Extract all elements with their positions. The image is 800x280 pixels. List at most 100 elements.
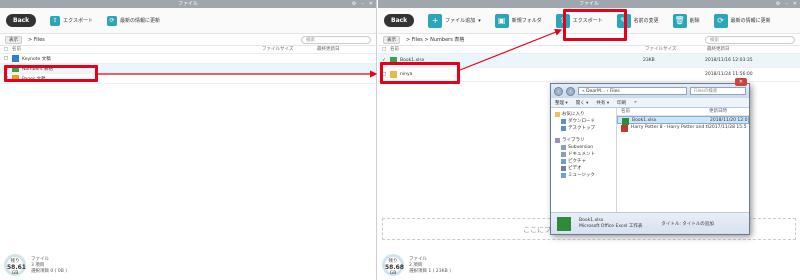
- toolbar: Back ⇪ エクスポート ⟳ 最新の情報に更新: [0, 8, 376, 34]
- status-selection: 選択項目 1 ( 23KB ): [409, 269, 451, 274]
- chevron-down-icon: ▾: [478, 17, 481, 24]
- minimize-icon[interactable]: –: [785, 0, 788, 8]
- table-header: □ 名前 ファイルサイズ 最終更新日: [0, 46, 376, 54]
- storage-gauge: 残り 58.68 GB: [382, 254, 404, 276]
- nav-label: ピクチャ: [568, 159, 586, 164]
- status-selection: 選択項目 0 ( 0B ): [31, 269, 68, 274]
- file-name: Book1.xlsx: [632, 118, 657, 123]
- nav-item-documents[interactable]: ドキュメント: [551, 151, 616, 158]
- refresh-button[interactable]: ⟳ 最新の情報に更新: [713, 13, 771, 28]
- folder-icon: [12, 55, 19, 62]
- storage-status: 残り 58.61 GB ファイル 3 項目 選択項目 0 ( 0B ): [4, 254, 67, 276]
- nav-item-music[interactable]: ミュージック: [551, 172, 616, 179]
- table-row[interactable]: □ Keynote 文稿: [0, 54, 376, 64]
- new-folder-button[interactable]: ▣ 新規フォルダ: [494, 13, 542, 28]
- settings-icon[interactable]: ⚙: [776, 0, 780, 8]
- explorer-search-input[interactable]: Filesの検索: [690, 87, 746, 95]
- nav-label: ミュージック: [568, 173, 595, 178]
- export-button[interactable]: ⇪ エクスポート: [50, 15, 94, 26]
- col-size[interactable]: ファイルサイズ: [645, 46, 707, 53]
- close-button[interactable]: ✕: [734, 78, 747, 86]
- display-button[interactable]: 表示: [5, 35, 22, 44]
- col-date[interactable]: 最終更新日: [707, 46, 730, 53]
- rename-label: 名前の変更: [633, 18, 659, 24]
- col-date[interactable]: 更新日時: [709, 108, 727, 115]
- music-icon: [561, 173, 566, 178]
- left-app-window: ファイル ⚙ – ✕ Back ⇪ エクスポート ⟳ 最新の情報に更新 表示 >…: [0, 0, 377, 280]
- nav-label: ビデオ: [568, 166, 582, 171]
- forward-arrow-icon[interactable]: ›: [566, 86, 575, 96]
- nav-item-videos[interactable]: ビデオ: [551, 165, 616, 172]
- file-row[interactable]: Harry Potter 8 - Harry Potter and th... …: [617, 124, 749, 132]
- pdf-file-icon: [621, 124, 628, 132]
- col-date[interactable]: 最終更新日: [317, 46, 340, 53]
- breadcrumb[interactable]: > Files > Numbers 表格: [406, 36, 464, 43]
- new-folder-icon: ▣: [494, 13, 509, 28]
- nav-item-downloads[interactable]: ダウンロード: [551, 118, 616, 125]
- delete-label: 削除: [689, 18, 700, 24]
- refresh-icon: ⟳: [713, 13, 728, 28]
- address-bar[interactable]: « DearM... › Files: [578, 87, 687, 95]
- organize-menu[interactable]: 整理 ▾: [555, 100, 568, 106]
- window-controls: ⚙ – ✕: [352, 0, 373, 8]
- search-input[interactable]: 検索: [705, 35, 795, 44]
- row-checkbox[interactable]: □: [0, 56, 12, 61]
- display-button[interactable]: 表示: [383, 35, 400, 44]
- back-button[interactable]: Back: [6, 14, 37, 27]
- command-bar: 整理 ▾ 開く ▾ 共有 ▾ 印刷 »: [551, 98, 749, 108]
- export-label: エクスポート: [63, 18, 94, 24]
- row-date: 2018/11/16 12:03:35: [705, 58, 753, 63]
- nav-item-desktop[interactable]: デスクトップ: [551, 125, 616, 132]
- select-all-checkbox[interactable]: □: [0, 46, 12, 53]
- title-bar: ファイル ⚙ – ✕: [0, 0, 376, 8]
- minimize-icon[interactable]: –: [361, 0, 364, 8]
- nav-label: ドキュメント: [568, 152, 595, 157]
- select-all-checkbox[interactable]: □: [378, 46, 390, 53]
- more-button[interactable]: »: [634, 100, 637, 105]
- nav-label: Subversion: [568, 145, 594, 150]
- search-input[interactable]: 検索: [301, 35, 371, 44]
- window-title: ファイル: [177, 1, 198, 7]
- col-size[interactable]: ファイルサイズ: [262, 46, 317, 53]
- col-name[interactable]: 名前: [621, 108, 709, 115]
- gauge-unit: GB: [11, 271, 19, 276]
- back-button[interactable]: Back: [384, 14, 415, 27]
- nav-item-libraries[interactable]: ライブラリ: [551, 137, 616, 144]
- file-list-header: 名前 更新日時: [617, 108, 749, 116]
- folder-icon: [561, 145, 566, 150]
- close-icon[interactable]: ✕: [793, 0, 797, 8]
- col-name[interactable]: 名前: [12, 46, 262, 53]
- excel-file-icon: [557, 216, 571, 231]
- trash-icon: 🗑: [672, 13, 687, 28]
- nav-item-subversion[interactable]: Subversion: [551, 144, 616, 151]
- gauge-unit: GB: [389, 271, 397, 276]
- print-button[interactable]: 印刷: [617, 100, 626, 106]
- document-icon: [561, 152, 566, 157]
- nav-item-pictures[interactable]: ピクチャ: [551, 158, 616, 165]
- nav-label: お気に入り: [562, 112, 585, 117]
- window-title: ファイル: [578, 1, 599, 7]
- details-title[interactable]: タイトル: タイトルの追加: [661, 221, 713, 227]
- file-date: 2018/11/20 12:0: [710, 118, 748, 123]
- nav-item-favorites[interactable]: お気に入り: [551, 111, 616, 118]
- file-name: Harry Potter 8 - Harry Potter and th...: [631, 125, 709, 130]
- share-menu[interactable]: 共有 ▾: [596, 100, 609, 106]
- open-menu[interactable]: 開く ▾: [576, 100, 589, 106]
- file-row-selected[interactable]: Book1.xlsx 2018/11/20 12:0: [617, 116, 749, 125]
- refresh-label: 最新の情報に更新: [120, 18, 161, 24]
- col-name[interactable]: 名前: [390, 46, 645, 53]
- new-folder-label: 新規フォルダ: [511, 18, 542, 24]
- file-list: 名前 更新日時 Book1.xlsx 2018/11/20 12:0 Harry…: [617, 108, 749, 212]
- delete-button[interactable]: 🗑 削除: [672, 13, 700, 28]
- export-icon: ⇪: [50, 15, 61, 26]
- library-icon: [555, 138, 560, 143]
- add-file-button[interactable]: + ファイル追加 ▾: [428, 13, 481, 28]
- path-bar: 表示 > Files 検索: [0, 34, 376, 46]
- refresh-button[interactable]: ⟳ 最新の情報に更新: [107, 15, 161, 26]
- nav-label: デスクトップ: [568, 126, 595, 131]
- settings-icon[interactable]: ⚙: [352, 0, 356, 8]
- close-icon[interactable]: ✕: [369, 0, 373, 8]
- row-size: 23KB: [643, 58, 655, 63]
- back-arrow-icon[interactable]: ‹: [554, 86, 563, 96]
- breadcrumb[interactable]: > Files: [28, 37, 45, 43]
